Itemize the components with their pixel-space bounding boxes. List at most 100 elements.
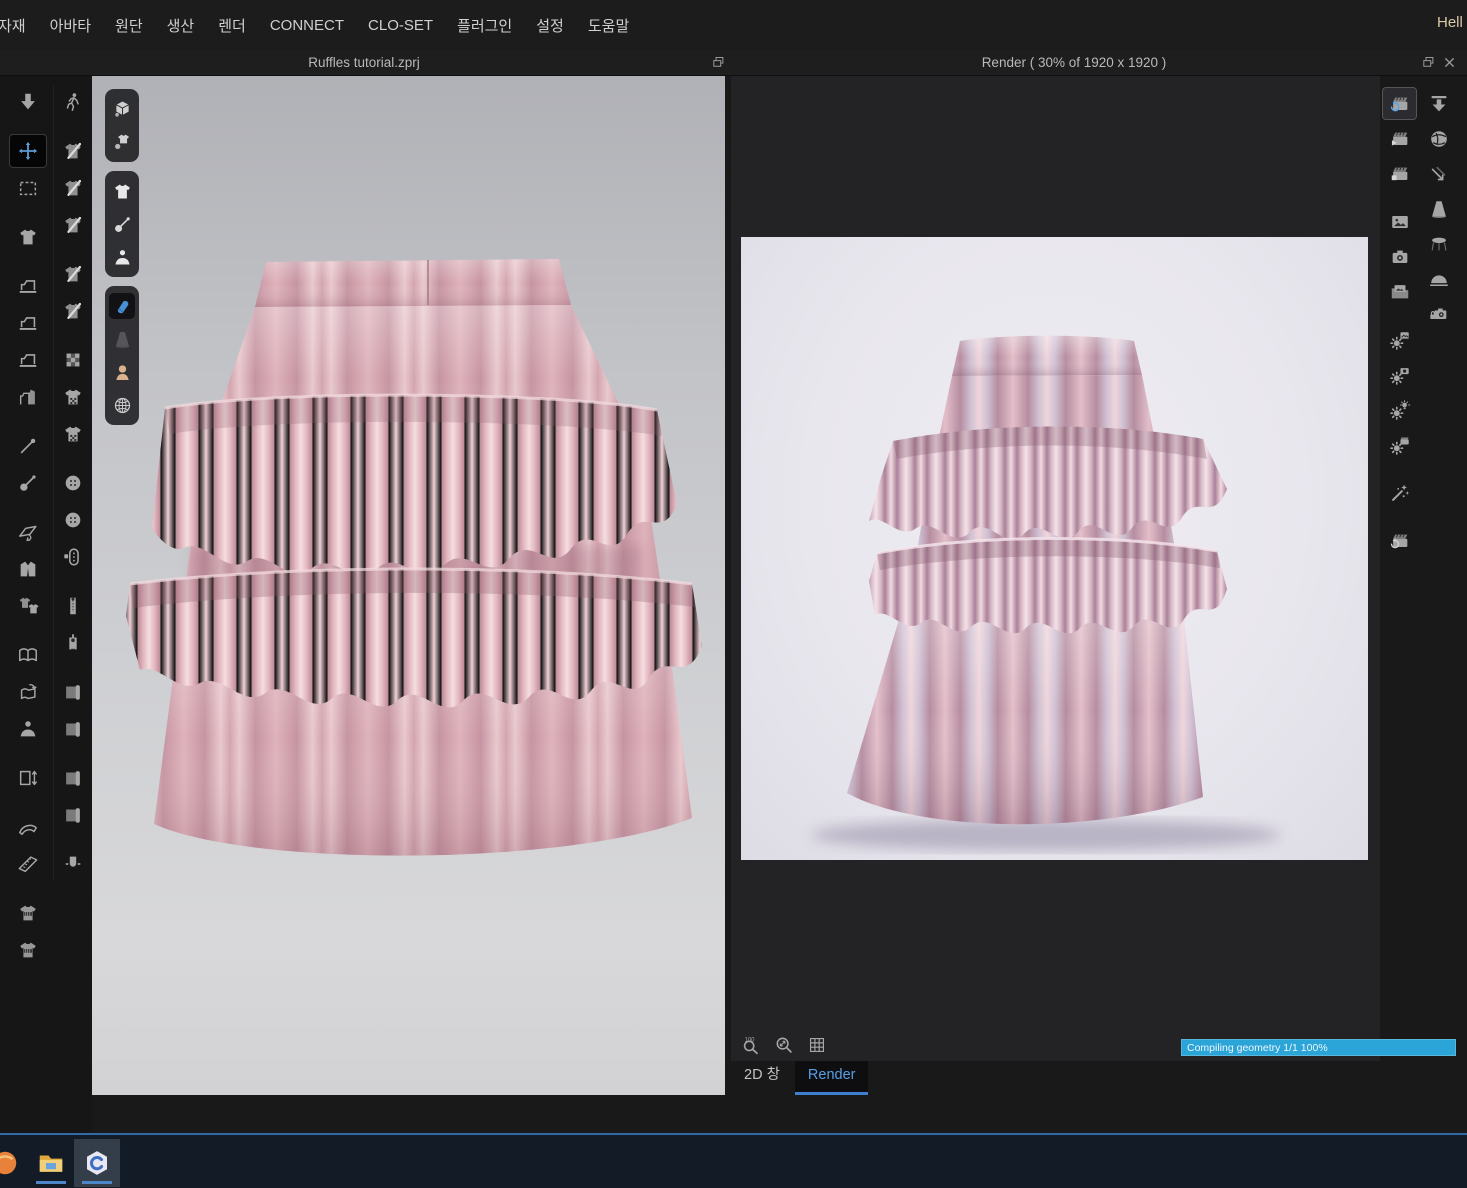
image-settings-button-icon[interactable] [1383,324,1416,355]
marquee-select-tool-icon[interactable] [10,172,46,204]
zoom-fit-button-icon[interactable] [772,1033,796,1057]
render-progress-bar: Compiling geometry 1/1 100% [1181,1039,1456,1056]
save-download-button-icon[interactable] [1422,88,1455,119]
clo-app-icon[interactable] [74,1139,120,1187]
menu-item-CONNECT[interactable]: CONNECT [258,17,356,34]
window-title-row: Ruffles tutorial.zprj Render ( 30% of 19… [0,50,1467,76]
vray-engine-button-icon[interactable] [1422,123,1455,154]
render-window: 100 [731,76,1380,1061]
show-light-toggle-icon[interactable] [109,326,135,352]
menu-item-도움말[interactable]: 도움말 [576,15,641,36]
clone-layer-tool-icon[interactable] [10,590,46,622]
menu-item-플러그인[interactable]: 플러그인 [445,15,524,36]
garment-window-title: Ruffles tutorial.zprj [0,50,728,75]
snap-3d-toggle-icon[interactable] [109,96,135,122]
pin-ball-tool-icon[interactable] [10,467,46,499]
buttonhole-tool-icon[interactable] [55,541,91,573]
render-queue-button-icon[interactable] [1383,158,1416,189]
image-folder-button-icon[interactable] [1383,276,1416,307]
3d-garment-viewport[interactable] [92,76,725,1095]
lift-panel-tool-icon[interactable] [10,762,46,794]
zoom-100-button-icon[interactable]: 100 [739,1033,763,1057]
gi-rays-button-icon[interactable] [1422,158,1455,189]
button-tool-icon[interactable] [55,467,91,499]
render-history-button-icon[interactable] [1383,525,1416,556]
zipper-puller-tool-icon[interactable] [55,627,91,659]
pixel-grid-button-icon[interactable] [805,1033,829,1057]
denoiser-button-icon[interactable] [1383,477,1416,508]
tab-2d-창[interactable]: 2D 창 [731,1061,793,1095]
ruler-tool-icon[interactable] [10,848,46,880]
garment-ball-toggle-icon[interactable] [109,129,135,155]
sewing-machine-tool-icon[interactable] [10,270,46,302]
snapshot-button-icon[interactable] [1383,241,1416,272]
show-grid-globe-toggle-icon[interactable] [109,392,135,418]
garment-restore-icon[interactable] [709,53,727,71]
tab-render[interactable]: Render [795,1061,869,1095]
pin-tool-icon[interactable] [10,430,46,462]
menu-item-자재[interactable]: 자재 [0,15,38,36]
download-tool-icon[interactable] [10,86,46,118]
menu-item-설정[interactable]: 설정 [524,15,576,36]
garment-measure-tool-icon[interactable] [10,897,46,929]
segment-sew-tool-icon[interactable] [10,307,46,339]
video-render-button-icon[interactable] [1383,123,1416,154]
texture-shirt-fill-tool-icon[interactable] [55,418,91,450]
render-toolbar-outer [1422,88,1455,329]
render-restore-icon[interactable] [1419,53,1437,71]
show-garment-toggle-icon[interactable] [109,178,135,204]
image-viewer-button-icon[interactable] [1383,206,1416,237]
fabric-roll-tool-1-icon[interactable] [55,676,91,708]
fabric-roll-tool-4-icon[interactable] [55,799,91,831]
move-tool-icon[interactable] [10,135,46,167]
garment-cut-tool-2-icon[interactable] [55,172,91,204]
view-tabs: 2D 창Render [731,1061,868,1095]
cone-light-button-icon[interactable] [1422,193,1455,224]
button-large-tool-icon[interactable] [55,504,91,536]
fold-arrange-tool-icon[interactable] [10,516,46,548]
garment-cut-tool-3-icon[interactable] [55,209,91,241]
fabric-roll-tool-3-icon[interactable] [55,762,91,794]
free-sew-tool-icon[interactable] [10,344,46,376]
show-pins-toggle-icon[interactable] [109,211,135,237]
uv-fabric-tool-icon[interactable] [55,344,91,376]
garment-ruler-tool-icon[interactable] [10,934,46,966]
disc-light-button-icon[interactable] [1422,228,1455,259]
dome-light-button-icon[interactable] [1422,263,1455,294]
interactive-render-button-icon[interactable] [1383,88,1416,119]
video-settings-button-icon[interactable] [1383,429,1416,460]
browser-app-icon[interactable] [0,1139,28,1187]
camera-settings-button-icon[interactable] [1383,359,1416,390]
show-fabric-toggle-icon[interactable] [109,293,135,319]
camera-lock-button-icon[interactable] [1422,298,1455,329]
avatar-fit-tool-icon[interactable] [10,713,46,745]
garment-trim-tool-1-icon[interactable] [55,258,91,290]
solidify-garment-tool-icon[interactable] [10,553,46,585]
light-settings-button-icon[interactable] [1383,394,1416,425]
sew-garment-tool-icon[interactable] [10,381,46,413]
file-explorer-app-icon[interactable] [28,1139,74,1187]
render-close-icon[interactable] [1440,53,1458,71]
fabric-roll-tool-2-icon[interactable] [55,713,91,745]
clamp-tool-icon[interactable] [55,848,91,880]
garment-trim-tool-2-icon[interactable] [55,295,91,327]
zipper-tool-icon[interactable] [55,590,91,622]
viewport-toggle-group [105,171,139,277]
menu-item-렌더[interactable]: 렌더 [206,15,258,36]
menu-item-CLO-SET[interactable]: CLO-SET [356,17,445,34]
render-progress-label: Compiling geometry 1/1 100% [1182,1042,1328,1054]
show-head-toggle-icon[interactable] [109,359,135,385]
arrange-garment-tool-icon[interactable] [10,221,46,253]
render-toolbar-inner [1383,88,1416,556]
menu-item-생산[interactable]: 생산 [155,15,207,36]
show-avatar-toggle-icon[interactable] [109,244,135,270]
tape-measure-tool-icon[interactable] [10,811,46,843]
menu-item-원단[interactable]: 원단 [103,15,155,36]
garment-cut-tool-1-icon[interactable] [55,135,91,167]
walk-avatar-tool-icon[interactable] [55,86,91,118]
texture-shirt-tool-icon[interactable] [55,381,91,413]
menu-item-아바타[interactable]: 아바타 [38,15,103,36]
account-label[interactable]: Hell [1437,14,1467,31]
fabric-rotate-tool-icon[interactable] [10,676,46,708]
fabric-open-tool-icon[interactable] [10,639,46,671]
